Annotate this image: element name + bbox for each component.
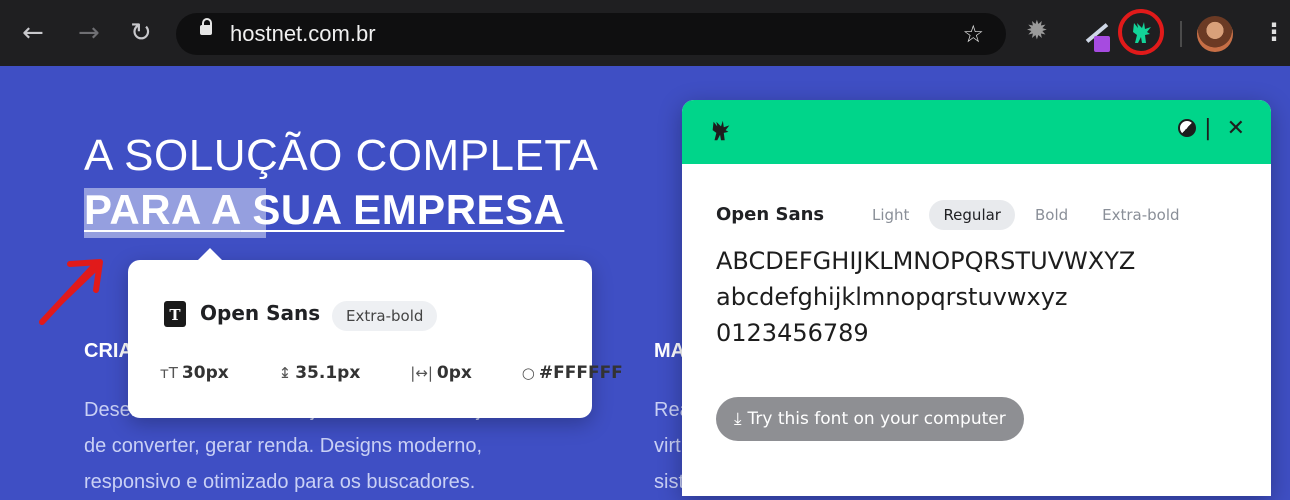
specimen-lowercase: abcdefghijklmnopqrstuvwxyz [716,283,1068,311]
try-font-label: Try this font on your computer [747,409,1006,429]
download-icon: ⤓ [734,409,742,429]
lock-icon [200,18,212,35]
weight-selector: Light Regular Bold Extra-bold [858,200,1200,230]
dinosaur-icon [712,120,730,141]
hero-heading-line1: A SOLUÇÃO COMPLETA [84,131,599,180]
toolbar-separator [1180,21,1182,47]
paragraph-line: responsivo e otimizado para os buscadore… [84,471,476,493]
weight-light[interactable]: Light [858,200,923,230]
weight-regular[interactable]: Regular [929,200,1015,230]
paragraph-line-right: virt [654,435,681,457]
star-icon[interactable]: ☆ [962,20,984,48]
red-arrow-annotation [39,259,103,325]
browser-toolbar: ← → ↻ hostnet.com.br ☆ ✹ ⋮ [0,0,1290,66]
close-icon[interactable]: ✕ [1227,116,1245,141]
font-metrics: тT 30px ↨ 35.1px |↔| 0px ○ #FFFFFF [160,363,667,383]
avatar[interactable] [1197,16,1233,52]
specimen-uppercase: ABCDEFGHIJKLMNOPQRSTUVWXYZ [716,247,1136,275]
url-text: hostnet.com.br [230,21,376,46]
tools-divider: | [1204,116,1212,141]
weight-extra-bold[interactable]: Extra-bold [1088,200,1193,230]
paragraph-line-right: sist [654,471,684,493]
try-font-button[interactable]: ⤓ Try this font on your computer [716,397,1024,441]
font-file-icon: T [164,301,186,327]
font-inspector-panel: | ✕ Open Sans Light Regular Bold Extra-bold… [682,100,1271,496]
tooltip-font-name: Open Sans [200,301,321,325]
color-swatch-icon: ○ [521,364,535,382]
hero-rest-text: SUA EMPRESA [240,186,565,233]
letter-spacing-value: 0px [436,363,472,383]
paragraph-line: de converter, gerar renda. Designs moder… [84,435,482,457]
back-arrow-icon[interactable]: ← [22,18,44,48]
contrast-toggle-icon[interactable] [1178,119,1197,137]
hero-heading-line2: PARA A SUA EMPRESA [84,186,565,238]
pen-icon[interactable] [1080,17,1114,52]
line-height-icon: ↨ [278,364,292,382]
color-value: #FFFFFF [538,363,623,383]
reload-icon[interactable]: ↻ [130,18,152,48]
gear-icon[interactable]: ✹ [1026,16,1048,46]
forward-arrow-icon[interactable]: → [78,18,100,48]
font-size-icon: тT [160,364,178,382]
panel-tools: | ✕ [1178,116,1245,141]
letter-spacing-icon: |↔| [410,364,433,382]
dinosaur-icon[interactable] [1128,19,1156,47]
hero-highlight-text: PARA A [84,186,241,233]
line-height-value: 35.1px [295,363,361,383]
font-size-value: 30px [181,363,229,383]
weight-bold[interactable]: Bold [1021,200,1082,230]
tooltip-weight-badge: Extra-bold [332,301,438,331]
panel-header: | ✕ [682,100,1271,164]
kebab-menu-icon[interactable]: ⋮ [1262,18,1286,46]
specimen-digits: 0123456789 [716,319,869,347]
tooltip-notch [198,248,222,260]
paragraph-line-right: Rea [654,399,684,421]
address-bar[interactable]: hostnet.com.br ☆ [176,13,1006,55]
font-specimen: ABCDEFGHIJKLMNOPQRSTUVWXYZ abcdefghijklm… [716,243,1135,351]
panel-font-name: Open Sans [716,204,825,225]
font-info-tooltip: T Open Sans Extra-bold тT 30px ↨ 35.1px |↔… [128,248,623,418]
section-title-right: MA [654,340,686,362]
